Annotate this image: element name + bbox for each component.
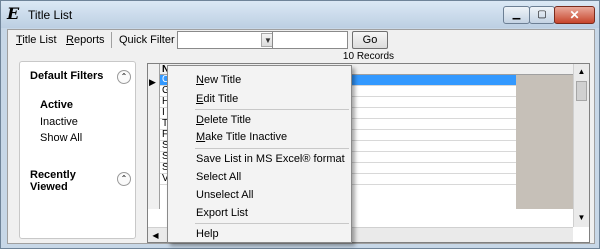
quick-filter-label: Quick Filter: [119, 34, 175, 46]
menu-reports-label: eports: [73, 34, 105, 46]
menu-delete-title[interactable]: Delete Title: [196, 114, 251, 126]
menu-new-title-label: ew Title: [203, 74, 242, 86]
close-button[interactable]: ✕: [554, 6, 595, 24]
menu-select-all[interactable]: Select All: [196, 171, 241, 183]
menu-bar: Title List Reports Quick Filter ▼ Go: [8, 30, 594, 50]
menu-make-inactive-accel: M: [196, 131, 206, 143]
quick-filter-dropdown[interactable]: ▼: [177, 31, 277, 49]
menu-separator: [195, 109, 349, 110]
current-row-arrow-icon: ▶: [149, 77, 156, 87]
menu-make-inactive[interactable]: Make Title Inactive: [196, 131, 287, 143]
title-list-window: E Title List ▁ ▢ ✕ Title List Reports Qu…: [0, 0, 600, 249]
go-button[interactable]: Go: [352, 31, 388, 49]
recently-viewed-header: Recently Viewed: [30, 169, 76, 193]
scrollbar-thumb[interactable]: [576, 81, 587, 101]
menu-title-list-label: itle List: [22, 34, 57, 46]
records-count: 10 Records: [147, 50, 590, 63]
menu-reports-accel: R: [66, 34, 74, 46]
filter-inactive[interactable]: Inactive: [40, 116, 78, 128]
row-header-column: ▶: [148, 64, 160, 209]
recently-viewed-line2: Viewed: [30, 181, 68, 193]
context-menu: New Title Edit Title Delete Title Make T…: [167, 65, 352, 243]
menu-new-title[interactable]: New Title: [196, 74, 241, 86]
menu-separator: [111, 32, 112, 48]
title-bar[interactable]: E Title List ▁ ▢ ✕: [1, 1, 599, 28]
menu-title-list[interactable]: Title List: [16, 34, 57, 46]
filters-panel: Default Filters ⌃ Active Inactive Show A…: [19, 61, 136, 239]
quick-filter-input[interactable]: [272, 31, 348, 49]
scroll-down-icon[interactable]: ▼: [574, 210, 589, 225]
recently-viewed-line1: Recently: [30, 169, 76, 181]
menu-export-list[interactable]: Export List: [196, 207, 248, 219]
menu-separator: [195, 148, 349, 149]
filter-active[interactable]: Active: [40, 99, 73, 111]
menu-unselect-all[interactable]: Unselect All: [196, 189, 253, 201]
maximize-button[interactable]: ▢: [529, 6, 555, 24]
minimize-button[interactable]: ▁: [503, 6, 530, 24]
menu-edit-title-label: dit Title: [203, 93, 239, 105]
menu-edit-title[interactable]: Edit Title: [196, 93, 238, 105]
menu-delete-title-label: elete Title: [203, 114, 252, 126]
menu-separator: [195, 223, 349, 224]
menu-make-inactive-label: ake Title Inactive: [205, 131, 288, 143]
app-logo-icon: E: [7, 4, 20, 23]
grid-empty-area: [516, 75, 573, 209]
collapse-up-icon[interactable]: ⌃: [117, 172, 131, 186]
menu-help[interactable]: Help: [196, 228, 219, 240]
filter-show-all[interactable]: Show All: [40, 132, 82, 144]
menu-new-title-accel: N: [196, 74, 204, 86]
default-filters-header: Default Filters: [30, 70, 104, 82]
scroll-left-icon[interactable]: ◀: [148, 228, 163, 243]
menu-delete-title-accel: D: [196, 114, 204, 126]
menu-save-excel[interactable]: Save List in MS Excel® format: [196, 153, 345, 165]
scroll-up-icon[interactable]: ▲: [574, 64, 589, 79]
menu-reports[interactable]: Reports: [66, 34, 105, 46]
vertical-scrollbar[interactable]: ▲ ▼: [573, 64, 589, 227]
collapse-up-icon[interactable]: ⌃: [117, 70, 131, 84]
window-title: Title List: [28, 8, 73, 22]
